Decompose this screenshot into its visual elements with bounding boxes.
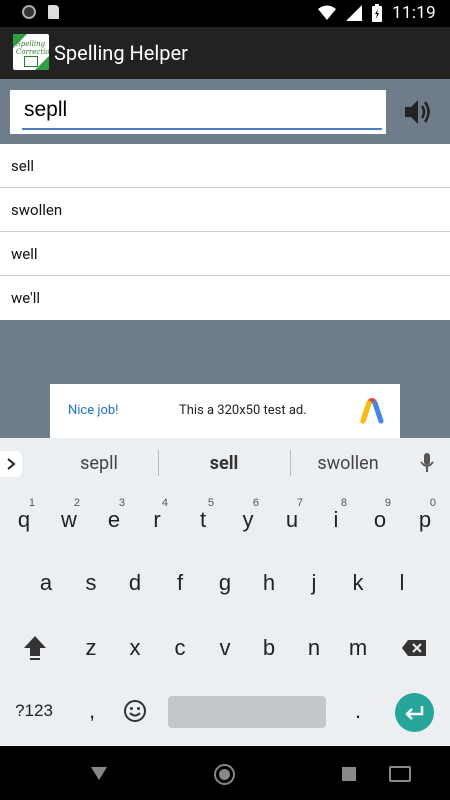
space-key[interactable] <box>168 696 326 728</box>
symbols-key[interactable]: ?123 <box>14 686 54 736</box>
key-hint: 0 <box>429 497 436 509</box>
emoji-key[interactable] <box>115 686 155 736</box>
key[interactable]: i8 <box>316 495 356 545</box>
chevron-right-icon[interactable] <box>0 451 22 477</box>
key[interactable]: k <box>338 558 378 608</box>
keyboard-suggestion[interactable]: sepll <box>44 453 154 474</box>
key-hint: 6 <box>252 497 259 509</box>
key[interactable]: d <box>115 558 155 608</box>
key-label: t <box>199 507 207 532</box>
key-label: p <box>418 507 432 532</box>
key-label: r <box>153 507 161 532</box>
key[interactable]: b <box>249 623 289 673</box>
search-row <box>0 79 450 144</box>
back-icon[interactable] <box>91 767 107 780</box>
list-item[interactable]: sell <box>0 144 450 188</box>
keyboard-suggestion[interactable]: sell <box>169 453 279 474</box>
wifi-icon <box>318 5 337 20</box>
key[interactable]: a <box>26 558 66 608</box>
key[interactable]: e3 <box>94 495 134 545</box>
app-title: Spelling Helper <box>54 41 188 65</box>
key[interactable]: f <box>160 558 200 608</box>
key-hint: 5 <box>207 497 214 509</box>
keyboard-suggestion[interactable]: swollen <box>293 453 403 474</box>
backspace-key[interactable] <box>394 623 434 673</box>
enter-icon <box>405 706 424 720</box>
key[interactable]: s <box>71 558 111 608</box>
key[interactable]: p0 <box>405 495 445 545</box>
emoji-icon <box>124 700 146 722</box>
enter-key[interactable] <box>395 693 434 732</box>
ad-nice-label: Nice job! <box>68 403 119 418</box>
search-underline <box>22 128 382 130</box>
key[interactable]: t5 <box>183 495 223 545</box>
key-hint: 9 <box>384 497 391 509</box>
navigation-bar <box>0 746 450 800</box>
key[interactable]: n <box>294 623 334 673</box>
search-box <box>10 90 386 134</box>
comma-key[interactable]: , <box>72 686 112 736</box>
backspace-icon <box>402 640 426 656</box>
key[interactable]: q1 <box>4 495 44 545</box>
key-label: e <box>107 507 121 532</box>
key-hint: 2 <box>73 497 80 509</box>
list-item[interactable]: swollen <box>0 188 450 232</box>
status-bar: 11:19 <box>0 0 450 27</box>
app-logo-icon: SpellingCorrection <box>13 34 49 70</box>
shift-icon <box>24 636 46 660</box>
ad-text: This a 320x50 test ad. <box>179 403 307 418</box>
list-item[interactable]: well <box>0 232 450 276</box>
speaker-icon[interactable] <box>403 97 433 127</box>
key[interactable]: z <box>71 623 111 673</box>
key-hint: 8 <box>340 497 347 509</box>
microphone-icon[interactable] <box>420 452 434 474</box>
key[interactable]: c <box>160 623 200 673</box>
keyboard-switch-icon[interactable] <box>389 766 411 782</box>
battery-icon <box>372 4 383 22</box>
key-label: u <box>285 507 299 532</box>
key[interactable]: m <box>338 623 378 673</box>
key-hint: 3 <box>118 497 125 509</box>
key[interactable]: v <box>205 623 245 673</box>
keyboard-suggestion-bar: sepll sell swollen <box>0 438 450 490</box>
suggestion-list: sell swollen well we'll <box>0 144 450 320</box>
status-time: 11:19 <box>392 3 436 23</box>
key[interactable]: h <box>249 558 289 608</box>
key[interactable]: w2 <box>49 495 89 545</box>
key-label: i <box>333 507 339 532</box>
list-item[interactable]: we'll <box>0 276 450 320</box>
key[interactable]: x <box>115 623 155 673</box>
key-hint: 1 <box>28 497 35 509</box>
divider <box>158 450 159 476</box>
notification-icon <box>22 5 36 19</box>
search-input[interactable] <box>18 94 382 126</box>
key-hint: 4 <box>161 497 168 509</box>
app-screen: 11:19 SpellingCorrection Spelling Helper… <box>0 0 450 800</box>
ad-banner[interactable]: Nice job! This a 320x50 test ad. <box>50 384 400 438</box>
key[interactable]: y6 <box>228 495 268 545</box>
shift-key[interactable] <box>15 623 55 673</box>
key-label: y <box>242 507 254 532</box>
key-label: w <box>61 507 77 532</box>
key[interactable]: u7 <box>272 495 312 545</box>
signal-icon <box>346 5 363 21</box>
home-icon[interactable] <box>214 764 235 785</box>
key-hint: 7 <box>296 497 303 509</box>
ad-logo-icon <box>360 398 384 424</box>
sd-card-icon <box>48 5 59 19</box>
key[interactable]: j <box>294 558 334 608</box>
key-label: q <box>17 507 31 532</box>
key[interactable]: l <box>382 558 422 608</box>
soft-keyboard: sepll sell swollen q1 w2 e3 r4 t5 y6 u7 … <box>0 438 450 758</box>
divider <box>290 450 291 476</box>
key[interactable]: o9 <box>360 495 400 545</box>
period-key[interactable]: . <box>338 686 378 736</box>
recents-icon[interactable] <box>342 767 356 781</box>
key-label: o <box>373 507 387 532</box>
key[interactable]: g <box>205 558 245 608</box>
app-bar: SpellingCorrection Spelling Helper <box>0 27 450 79</box>
key[interactable]: r4 <box>137 495 177 545</box>
